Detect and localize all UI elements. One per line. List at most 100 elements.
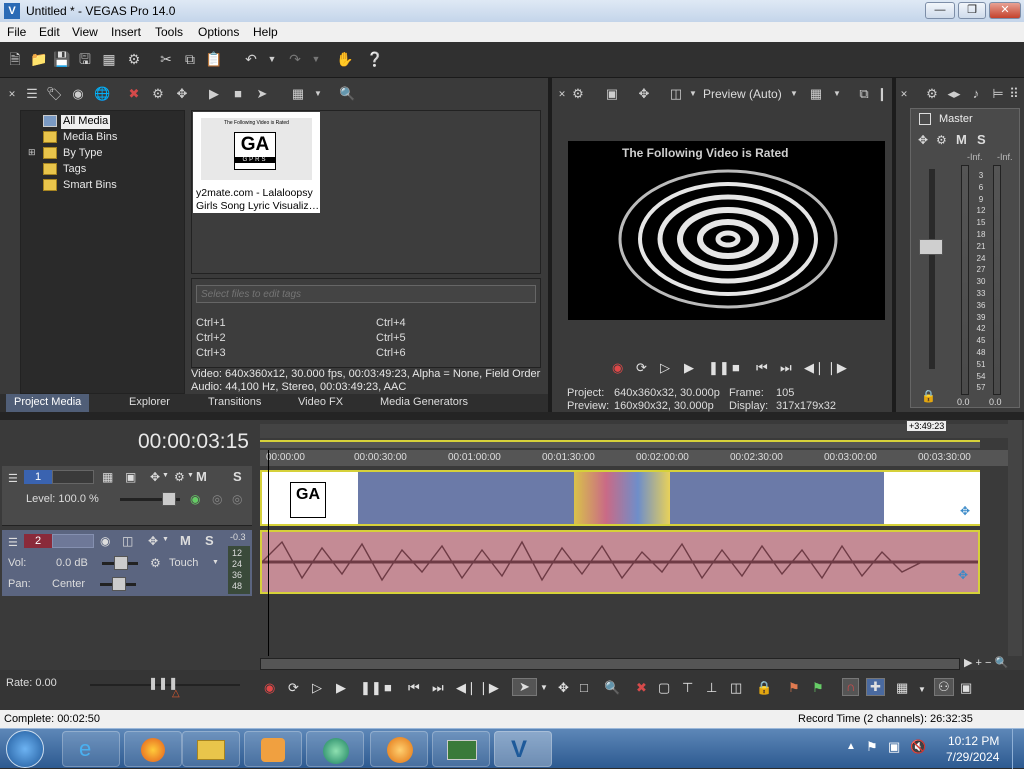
tree-item-tags[interactable]: Tags — [63, 163, 86, 177]
undo-icon[interactable]: ↶ — [242, 50, 260, 68]
capture-icon[interactable]: 🏷 — [46, 86, 63, 102]
insert-marker-icon[interactable]: ⚑ — [788, 680, 800, 696]
help-icon[interactable]: ❔ — [366, 50, 384, 68]
clock-time[interactable]: 10:12 PM — [948, 734, 999, 748]
tl-next-frame-icon[interactable]: ❘▶ — [478, 680, 499, 696]
make-compositing-parent-icon[interactable]: ◎ — [232, 492, 242, 506]
play-media-icon[interactable]: ▶ — [206, 86, 222, 102]
tl-record-icon[interactable]: ◉ — [264, 680, 275, 696]
close-preview-icon[interactable]: ✕ — [554, 86, 570, 102]
tl-go-to-start-icon[interactable]: ⏮ — [408, 680, 420, 696]
menu-view[interactable]: View — [72, 25, 98, 39]
lock-icon[interactable]: 🔒 — [756, 680, 772, 696]
copy-icon[interactable]: ⧉ — [181, 50, 199, 68]
overlays-dropdown-icon[interactable]: ▼ — [829, 86, 845, 102]
media-properties-icon[interactable]: ✥ — [174, 86, 190, 102]
taskbar-monitor[interactable] — [432, 731, 490, 767]
tree-item-media-bins[interactable]: Media Bins — [63, 131, 117, 145]
expand-icon[interactable]: ⊞ — [28, 147, 36, 158]
trim-start-icon[interactable]: ⊤ — [682, 680, 693, 696]
marker-bar[interactable] — [260, 424, 1008, 438]
auto-crossfade-icon[interactable]: ✚ — [866, 678, 885, 696]
insert-region-icon[interactable]: ⚑ — [812, 680, 824, 696]
split-screen-icon[interactable]: ✥ — [636, 86, 652, 102]
preview-screen[interactable]: The Following Video is Rated — [568, 141, 885, 320]
start-button[interactable] — [6, 730, 44, 768]
taskbar-ie[interactable]: e — [62, 731, 120, 767]
tree-item-by-type[interactable]: By Type — [63, 147, 103, 161]
downmix-icon[interactable]: ◂▸ — [946, 86, 962, 102]
compositing-icon[interactable]: ▣ — [125, 470, 136, 484]
show-desktop-button[interactable] — [1012, 729, 1024, 769]
master-settings-icon[interactable]: ⠿ — [1006, 86, 1022, 102]
previous-frame-icon[interactable]: ◀❘ — [804, 360, 825, 376]
tab-project-media[interactable]: Project Media — [6, 394, 90, 412]
volume-icon[interactable]: 🔇 — [910, 739, 926, 755]
play-icon[interactable]: ▶ — [684, 360, 694, 376]
master-mixer-icon[interactable]: ⊨ — [990, 86, 1006, 102]
zoom-tool-icon[interactable]: 🔍 — [604, 680, 620, 696]
web-icon[interactable]: 🌐 — [94, 86, 110, 102]
copy-snapshot-icon[interactable]: ⧉ — [856, 86, 872, 102]
normal-edit-tool-icon[interactable]: ➤ — [512, 678, 537, 696]
taskbar-vlc[interactable] — [370, 731, 428, 767]
master-solo-button[interactable]: S — [977, 132, 986, 147]
track-collapse-icon[interactable]: ☰ — [8, 472, 18, 485]
tab-explorer[interactable]: Explorer — [129, 396, 170, 408]
audio-mute-button[interactable]: M — [180, 533, 191, 548]
external-monitor-icon[interactable]: ▣ — [604, 86, 620, 102]
undo-dropdown-icon[interactable]: ▼ — [263, 50, 281, 68]
master-lock-icon[interactable]: 🔒 — [921, 389, 936, 403]
tl-stop-icon[interactable]: ■ — [384, 680, 392, 696]
snapping-icon[interactable]: ∩ — [842, 678, 860, 696]
video-fx-icon[interactable]: ✥ — [150, 470, 160, 484]
level-slider-thumb[interactable] — [162, 492, 176, 506]
video-event[interactable]: GA ✥ — [260, 470, 980, 526]
new-icon[interactable]: 🗎 — [6, 50, 24, 68]
video-track-header[interactable]: ☰ 1 ▦ ▣ ✥ ▼ ⚙ ▼ M S Level: 100.0 % ◉ ◎ ◎ — [2, 466, 252, 526]
taskbar-media-player[interactable] — [244, 731, 302, 767]
network-icon[interactable]: ▣ — [888, 739, 900, 755]
audio-solo-button[interactable]: S — [205, 533, 214, 548]
loop-icon[interactable]: ⟳ — [636, 360, 647, 376]
shortcut-ctrl6[interactable]: Ctrl+6 — [376, 347, 406, 359]
search-icon[interactable]: 🔍 — [339, 86, 355, 102]
remove-media-icon[interactable]: ✖ — [126, 86, 142, 102]
envelope-tool-icon[interactable]: ✥ — [558, 680, 569, 696]
media-item[interactable]: The Following Video is Rated GA GPRS y2m… — [193, 112, 320, 213]
tl-loop-icon[interactable]: ⟳ — [288, 680, 299, 696]
track-name-field[interactable] — [52, 470, 94, 484]
delete-icon[interactable]: ✖ — [636, 680, 647, 696]
next-frame-icon[interactable]: ❘▶ — [826, 360, 847, 376]
audio-track-header[interactable]: ☰ 2 ◉ ◫ ✥ ▼ M S -0.3 12 24 36 48 Vol: 0.… — [2, 530, 252, 596]
action-center-icon[interactable]: ⚑ — [866, 739, 878, 755]
paste-icon[interactable]: 📋 — [205, 50, 223, 68]
cut-icon[interactable]: ✂ — [157, 50, 175, 68]
restore-button[interactable]: ❐ — [958, 2, 986, 19]
menu-tools[interactable]: Tools — [155, 25, 183, 39]
ripple-dropdown-icon[interactable]: ▼ — [918, 682, 926, 698]
automation-gear-icon[interactable]: ⚙ — [150, 556, 161, 570]
overlays-icon[interactable]: ▦ — [808, 86, 824, 102]
properties-icon[interactable]: ⚙ — [125, 50, 143, 68]
preview-quality-dropdown[interactable]: Preview (Auto) — [703, 87, 782, 101]
play-from-start-icon[interactable]: ▷ — [660, 360, 670, 376]
get-media-icon[interactable]: ◉ — [70, 86, 86, 102]
event-fx-icon[interactable]: ✥ — [960, 504, 970, 518]
save-as-icon[interactable]: 🖫 — [76, 50, 94, 68]
auto-preview-icon[interactable]: ➤ — [254, 86, 270, 102]
go-to-start-icon[interactable]: ⏮ — [756, 360, 768, 376]
horizontal-scrollbar[interactable] — [260, 658, 960, 670]
audio-motion-dropdown-icon[interactable]: ▼ — [162, 536, 169, 543]
track-collapse-icon[interactable]: ☰ — [8, 536, 18, 549]
preview-quality-dropdown-icon[interactable]: ▼ — [685, 86, 701, 102]
audio-fx-icon[interactable]: ◫ — [122, 534, 133, 548]
tree-item-all-media[interactable]: All Media — [61, 115, 111, 129]
minimize-button[interactable]: — — [925, 2, 955, 19]
trim-icon[interactable]: ▢ — [658, 680, 670, 696]
stop-media-icon[interactable]: ■ — [230, 86, 246, 102]
redo-icon[interactable]: ↷ — [286, 50, 304, 68]
audio-motion-icon[interactable]: ✥ — [148, 534, 158, 548]
audio-event[interactable]: ✥ — [260, 530, 980, 594]
show-hidden-icons-icon[interactable]: ▲ — [846, 741, 856, 752]
